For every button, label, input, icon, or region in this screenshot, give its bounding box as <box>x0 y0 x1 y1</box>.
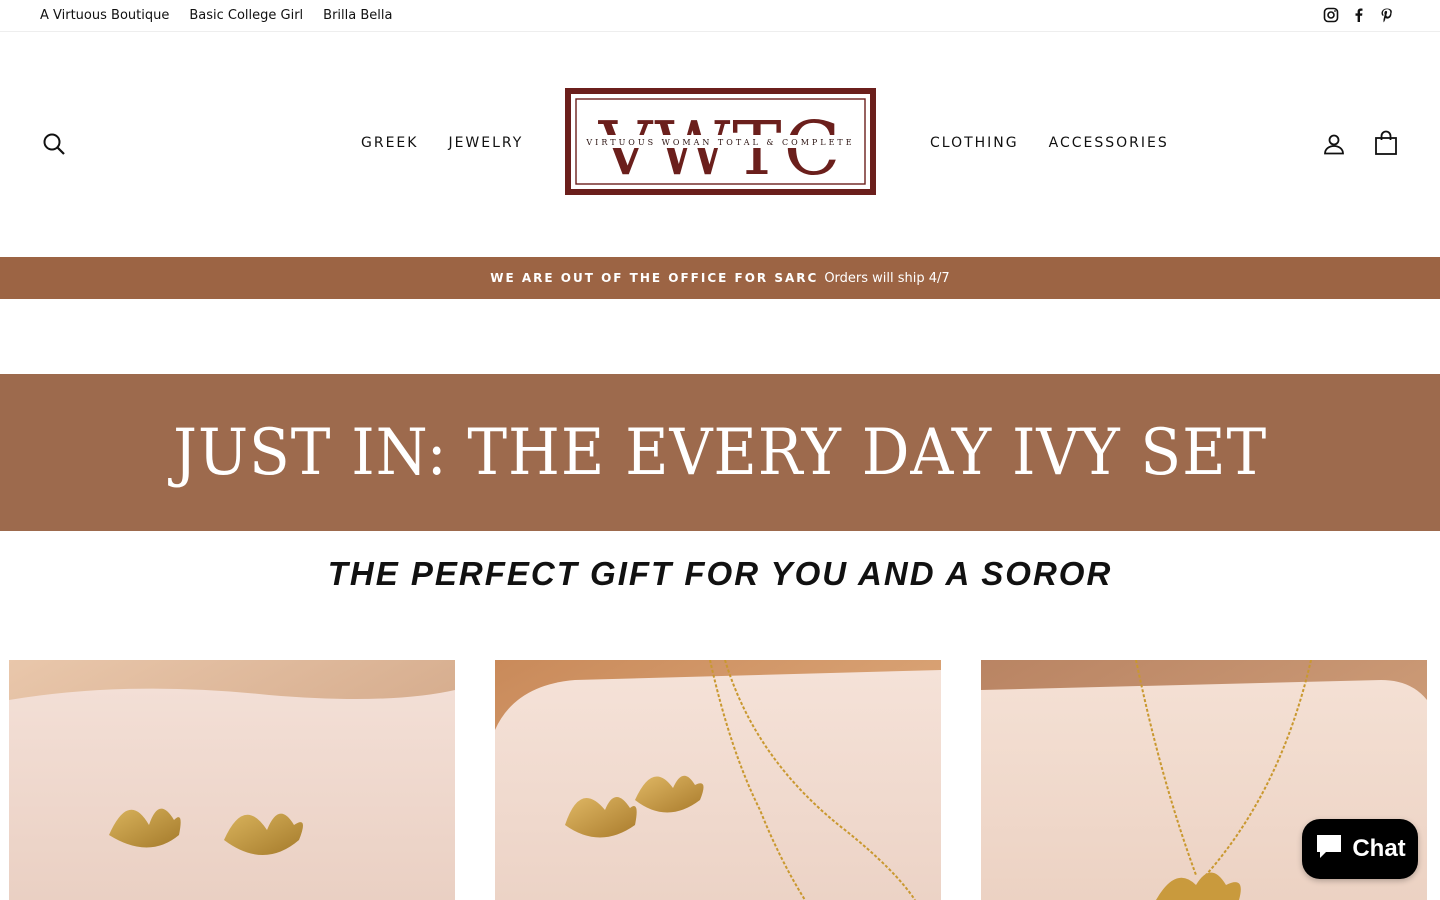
nav-item-jewelry[interactable]: JEWELRY <box>448 135 523 151</box>
top-utility-bar: A Virtuous Boutique Basic College Girl B… <box>0 0 1440 32</box>
store-link-basic-college-girl[interactable]: Basic College Girl <box>189 8 303 23</box>
store-link-brilla-bella[interactable]: Brilla Bella <box>323 8 392 23</box>
pinterest-icon[interactable] <box>1378 6 1396 24</box>
banner-title: JUST IN: THE EVERY DAY IVY SET <box>173 415 1267 490</box>
store-links: A Virtuous Boutique Basic College Girl B… <box>40 0 392 31</box>
instagram-icon[interactable] <box>1322 6 1340 24</box>
social-links <box>1322 6 1396 24</box>
facebook-icon[interactable] <box>1350 6 1368 24</box>
announcement-bar: WE ARE OUT OF THE OFFICE FOR SARC Orders… <box>0 257 1440 299</box>
promo-banner[interactable]: JUST IN: THE EVERY DAY IVY SET <box>0 374 1440 531</box>
nav-item-clothing[interactable]: CLOTHING <box>930 135 1019 151</box>
announcement-bold: WE ARE OUT OF THE OFFICE FOR SARC <box>490 271 819 285</box>
chat-button[interactable]: Chat <box>1302 819 1418 879</box>
chat-bubble-icon <box>1314 832 1344 867</box>
logo-letters: VWTC <box>598 106 842 192</box>
search-icon[interactable] <box>40 130 68 158</box>
nav-left: GREEK JEWELRY <box>361 135 523 151</box>
promo-subtitle: THE PERFECT GIFT FOR YOU AND A SOROR <box>327 555 1113 592</box>
bag-icon[interactable] <box>1372 129 1400 157</box>
store-link-virtuous-boutique[interactable]: A Virtuous Boutique <box>40 8 169 23</box>
nav-right: CLOTHING ACCESSORIES <box>930 135 1169 151</box>
site-logo[interactable]: VWTC VIRTUOUS WOMAN TOTAL & COMPLETE <box>565 88 876 195</box>
user-icon[interactable] <box>1320 130 1348 158</box>
nav-item-greek[interactable]: GREEK <box>361 135 418 151</box>
product-grid <box>0 660 1440 900</box>
logo-tagline: VIRTUOUS WOMAN TOTAL & COMPLETE <box>585 138 854 147</box>
chat-label: Chat <box>1352 835 1406 862</box>
product-image-set[interactable] <box>495 660 941 900</box>
nav-item-accessories[interactable]: ACCESSORIES <box>1049 135 1169 151</box>
announcement-text: Orders will ship 4/7 <box>824 270 950 286</box>
product-image-earrings[interactable] <box>9 660 455 900</box>
